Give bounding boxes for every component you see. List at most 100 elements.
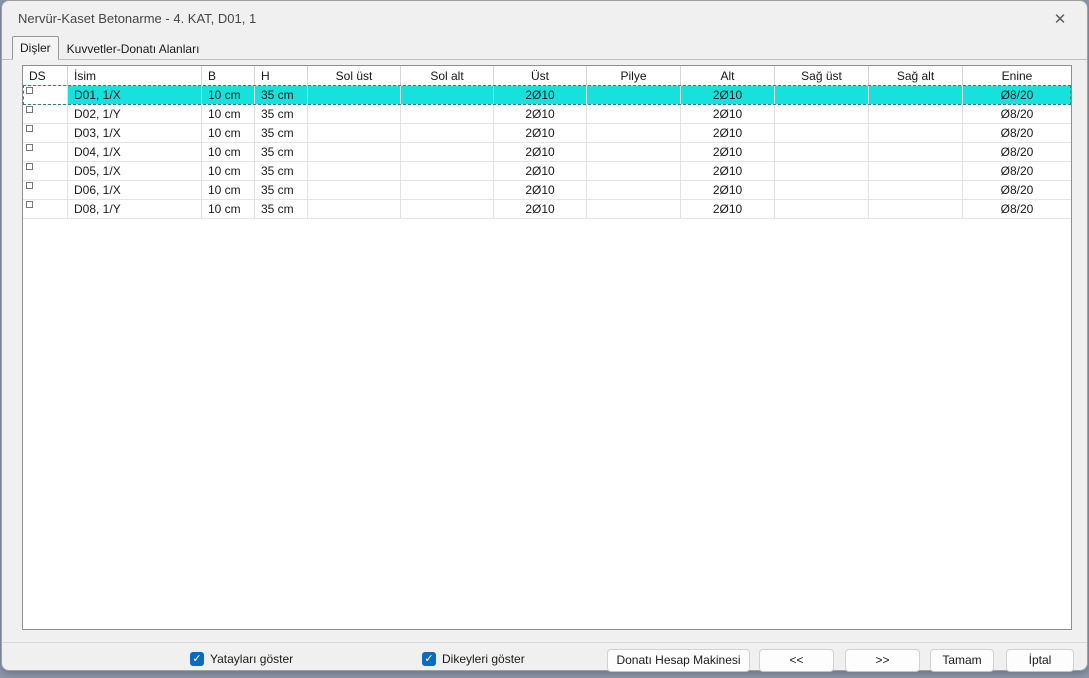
table-row[interactable]: D04, 1/X 10 cm 35 cm 2Ø10 2Ø10 Ø8/20 xyxy=(23,143,1071,162)
table-cell[interactable]: Ø8/20 xyxy=(963,105,1071,124)
table-cell[interactable] xyxy=(308,86,401,105)
row-select-cell[interactable] xyxy=(23,181,68,200)
table-cell[interactable] xyxy=(587,200,681,219)
table-cell[interactable] xyxy=(869,181,963,200)
column-header[interactable]: Sol alt xyxy=(401,66,494,86)
table-cell[interactable] xyxy=(775,200,869,219)
show-verticals-checkbox[interactable]: ✓ xyxy=(422,652,436,666)
title-bar[interactable]: Nervür-Kaset Betonarme - 4. KAT, D01, 1 … xyxy=(2,1,1087,35)
column-header[interactable]: Enine xyxy=(963,66,1071,86)
table-row[interactable]: D08, 1/Y 10 cm 35 cm 2Ø10 2Ø10 Ø8/20 xyxy=(23,200,1071,219)
column-header[interactable]: Sağ üst xyxy=(775,66,869,86)
table-cell[interactable] xyxy=(869,124,963,143)
table-cell[interactable] xyxy=(869,162,963,181)
row-checkbox[interactable] xyxy=(26,163,33,170)
table-cell[interactable]: 2Ø10 xyxy=(494,86,587,105)
cancel-button[interactable]: İptal xyxy=(1006,649,1074,672)
table-row[interactable]: D06, 1/X 10 cm 35 cm 2Ø10 2Ø10 Ø8/20 xyxy=(23,181,1071,200)
row-select-cell[interactable] xyxy=(23,162,68,181)
table-cell[interactable] xyxy=(775,105,869,124)
table-cell[interactable] xyxy=(587,105,681,124)
row-checkbox[interactable] xyxy=(26,125,33,132)
rebar-calculator-button[interactable]: Donatı Hesap Makinesi xyxy=(607,649,750,672)
table-cell[interactable] xyxy=(401,143,494,162)
show-horizontals-checkbox[interactable]: ✓ xyxy=(190,652,204,666)
table-cell[interactable] xyxy=(587,162,681,181)
row-select-cell[interactable] xyxy=(23,86,68,105)
row-select-cell[interactable] xyxy=(23,105,68,124)
row-select-cell[interactable] xyxy=(23,143,68,162)
table-cell[interactable]: 10 cm xyxy=(202,181,255,200)
column-header[interactable]: Sol üst xyxy=(308,66,401,86)
table-cell[interactable]: 2Ø10 xyxy=(494,124,587,143)
ok-button[interactable]: Tamam xyxy=(930,649,994,672)
row-checkbox[interactable] xyxy=(26,106,33,113)
column-header[interactable]: H xyxy=(255,66,308,86)
table-cell[interactable] xyxy=(401,86,494,105)
table-cell[interactable] xyxy=(775,86,869,105)
table-cell[interactable]: Ø8/20 xyxy=(963,162,1071,181)
table-cell[interactable]: Ø8/20 xyxy=(963,181,1071,200)
table-cell[interactable]: Ø8/20 xyxy=(963,124,1071,143)
table-cell[interactable] xyxy=(775,143,869,162)
row-checkbox[interactable] xyxy=(26,87,33,94)
table-cell[interactable] xyxy=(587,143,681,162)
table-cell[interactable]: 35 cm xyxy=(255,105,308,124)
table-cell[interactable]: D01, 1/X xyxy=(68,86,202,105)
table-cell[interactable]: 2Ø10 xyxy=(681,200,775,219)
table-cell[interactable] xyxy=(401,162,494,181)
column-header[interactable]: DS xyxy=(23,66,68,86)
table-cell[interactable] xyxy=(401,105,494,124)
column-header[interactable]: B xyxy=(202,66,255,86)
table-cell[interactable]: 2Ø10 xyxy=(494,162,587,181)
table-cell[interactable]: 10 cm xyxy=(202,200,255,219)
table-cell[interactable] xyxy=(775,162,869,181)
table-cell[interactable]: D08, 1/Y xyxy=(68,200,202,219)
table-cell[interactable]: 2Ø10 xyxy=(681,162,775,181)
table-cell[interactable]: 35 cm xyxy=(255,143,308,162)
table-cell[interactable]: 2Ø10 xyxy=(681,181,775,200)
table-cell[interactable] xyxy=(308,124,401,143)
table-cell[interactable]: 10 cm xyxy=(202,124,255,143)
table-cell[interactable]: 10 cm xyxy=(202,86,255,105)
column-header[interactable]: Sağ alt xyxy=(869,66,963,86)
table-cell[interactable]: 10 cm xyxy=(202,143,255,162)
table-cell[interactable]: 2Ø10 xyxy=(681,124,775,143)
table-cell[interactable] xyxy=(775,181,869,200)
table-cell[interactable]: D03, 1/X xyxy=(68,124,202,143)
table-cell[interactable]: 2Ø10 xyxy=(681,143,775,162)
table-cell[interactable]: 2Ø10 xyxy=(494,200,587,219)
table-cell[interactable] xyxy=(401,200,494,219)
column-header[interactable]: Üst xyxy=(494,66,587,86)
table-cell[interactable] xyxy=(308,200,401,219)
column-header[interactable]: İsim xyxy=(68,66,202,86)
table-cell[interactable] xyxy=(775,124,869,143)
table-cell[interactable]: 2Ø10 xyxy=(494,143,587,162)
table-cell[interactable]: 2Ø10 xyxy=(494,181,587,200)
previous-button[interactable]: << xyxy=(759,649,834,672)
row-checkbox[interactable] xyxy=(26,182,33,189)
table-cell[interactable] xyxy=(308,181,401,200)
table-row[interactable]: D02, 1/Y 10 cm 35 cm 2Ø10 2Ø10 Ø8/20 xyxy=(23,105,1071,124)
table-cell[interactable]: Ø8/20 xyxy=(963,200,1071,219)
table-cell[interactable]: 35 cm xyxy=(255,86,308,105)
next-button[interactable]: >> xyxy=(845,649,920,672)
table-cell[interactable] xyxy=(587,181,681,200)
table-cell[interactable]: D04, 1/X xyxy=(68,143,202,162)
row-checkbox[interactable] xyxy=(26,201,33,208)
table-cell[interactable] xyxy=(869,86,963,105)
row-select-cell[interactable] xyxy=(23,124,68,143)
table-cell[interactable]: 10 cm xyxy=(202,105,255,124)
column-header[interactable]: Pilye xyxy=(587,66,681,86)
table-cell[interactable] xyxy=(401,124,494,143)
close-icon[interactable]: ✕ xyxy=(1049,9,1071,29)
table-cell[interactable]: Ø8/20 xyxy=(963,143,1071,162)
table-cell[interactable] xyxy=(308,105,401,124)
table-cell[interactable]: 2Ø10 xyxy=(681,105,775,124)
table-cell[interactable]: 2Ø10 xyxy=(494,105,587,124)
table-cell[interactable] xyxy=(401,181,494,200)
row-select-cell[interactable] xyxy=(23,200,68,219)
table-cell[interactable] xyxy=(308,162,401,181)
table-cell[interactable]: 35 cm xyxy=(255,200,308,219)
column-header[interactable]: Alt xyxy=(681,66,775,86)
